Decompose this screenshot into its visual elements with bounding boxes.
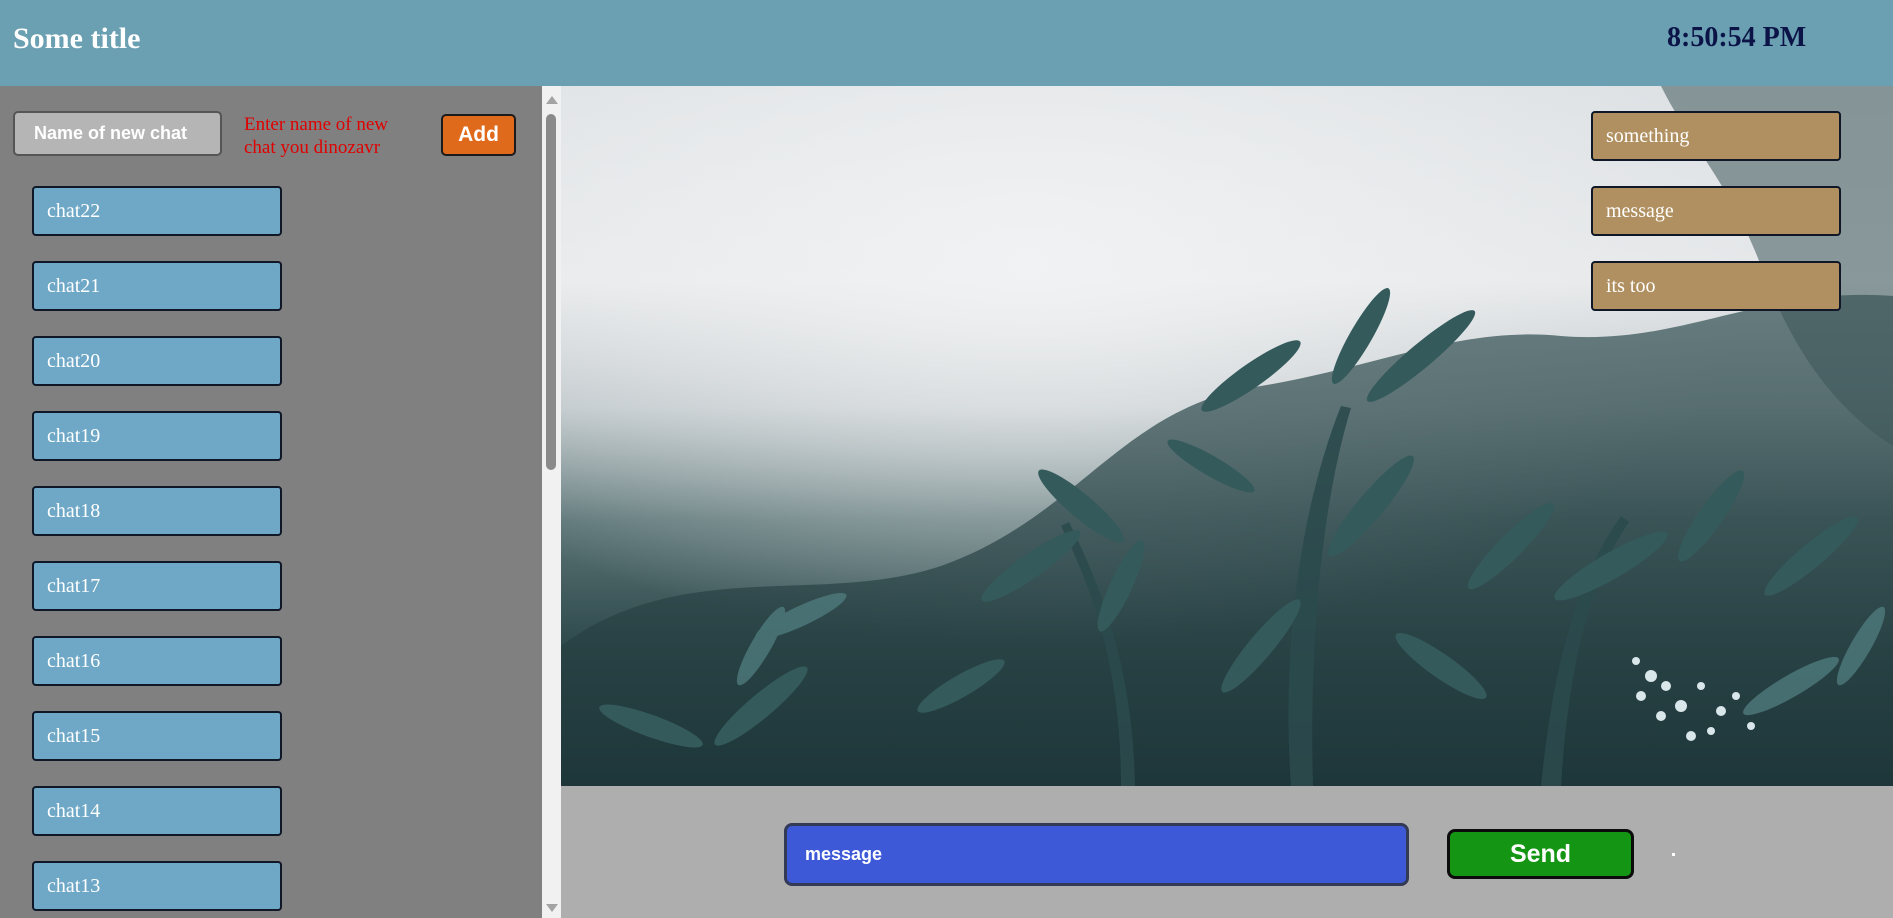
message-bubble: its too (1591, 261, 1841, 311)
send-button[interactable]: Send (1447, 829, 1634, 879)
chat-list-item[interactable]: chat18 (32, 486, 282, 536)
chat-list: chat22 chat21 chat20 chat19 chat18 chat17 chat… (32, 186, 282, 918)
chat-list-item[interactable]: chat21 (32, 261, 282, 311)
chat-list-item[interactable]: chat19 (32, 411, 282, 461)
add-chat-button[interactable]: Add (441, 114, 516, 156)
chat-sidebar: Enter name of new chat you dinozavr Add … (0, 86, 542, 918)
sidebar-scrollbar[interactable] (542, 86, 561, 918)
status-dot (1672, 853, 1675, 856)
header-bar: Some title 8:50:54 PM (0, 0, 1893, 86)
message-input[interactable] (784, 823, 1409, 886)
message-composer: Send (561, 786, 1893, 918)
message-bubble: message (1591, 186, 1841, 236)
message-bubble: something (1591, 111, 1841, 161)
chat-messages-area: something message its too (561, 86, 1893, 786)
clock: 8:50:54 PM (1667, 22, 1807, 53)
scroll-thumb[interactable] (546, 114, 556, 470)
chat-list-item[interactable]: chat22 (32, 186, 282, 236)
chat-list-item[interactable]: chat17 (32, 561, 282, 611)
chat-list-item[interactable]: chat14 (32, 786, 282, 836)
chat-list-item[interactable]: chat15 (32, 711, 282, 761)
chat-list-item[interactable]: chat16 (32, 636, 282, 686)
chat-list-item[interactable]: chat13 (32, 861, 282, 911)
scroll-down-arrow-icon[interactable] (546, 904, 558, 912)
chat-list-item[interactable]: chat20 (32, 336, 282, 386)
new-chat-name-input[interactable] (13, 111, 222, 156)
new-chat-hint: Enter name of new chat you dinozavr (244, 114, 389, 158)
page-title: Some title (13, 22, 141, 55)
scroll-up-arrow-icon[interactable] (546, 96, 558, 104)
